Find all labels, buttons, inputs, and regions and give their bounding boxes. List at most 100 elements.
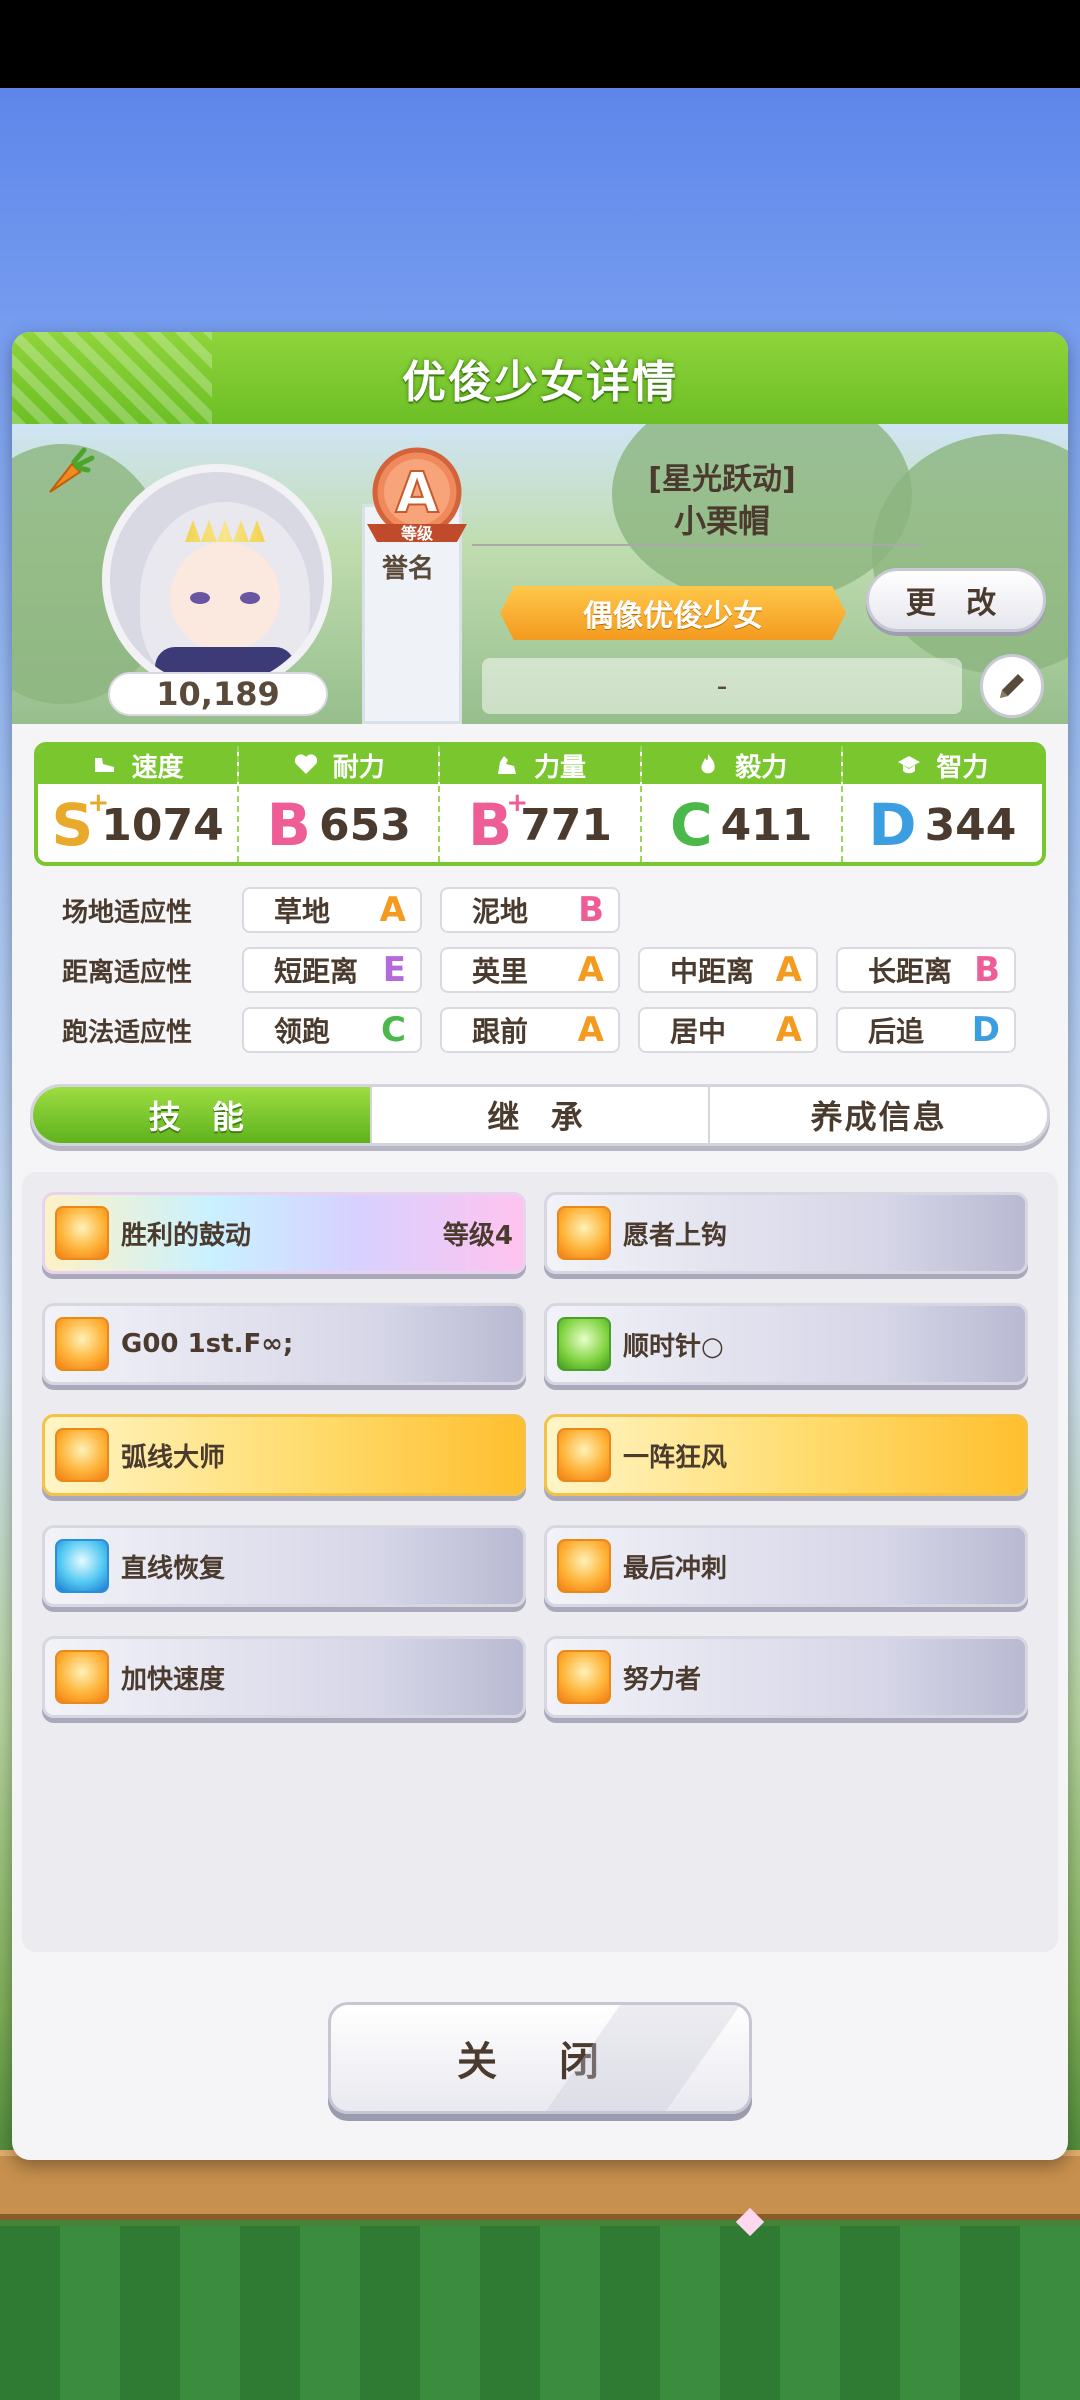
profile-banner: 10,189 A 等级 誉名 [星光跃动] 小栗帽 偶像优俊少女 更 改 - [12, 424, 1068, 724]
carrot-icon [49, 447, 95, 493]
skill-name: 直线恢复 [121, 1553, 226, 1584]
stat-header: 力量 [440, 746, 640, 784]
aptitude-chip: 居中 A [638, 1007, 818, 1053]
stat-label: 力量 [534, 752, 587, 783]
stat-0: 速度 S +1074 [38, 746, 240, 862]
aptitude-name: 泥地 [472, 895, 529, 928]
aptitude-name: 跟前 [472, 1015, 529, 1048]
aptitude-name: 长距离 [868, 955, 953, 988]
running-figure-icon [557, 1206, 611, 1260]
style-aptitude-row: 跑法适应性 领跑 C 跟前 A 居中 A 后追 D [62, 1006, 1052, 1054]
skill-name: 弧线大师 [121, 1442, 226, 1473]
divider [472, 544, 922, 546]
edit-button[interactable] [980, 654, 1044, 718]
aptitude-grade: A [577, 1010, 604, 1050]
stat-value: 1074 [101, 799, 224, 851]
skill-item[interactable]: 胜利的鼓动 等级4 [42, 1192, 526, 1274]
aptitude-chip: 长距离 B [836, 947, 1016, 993]
stat-grade: B [266, 791, 311, 859]
sparkle-icon [55, 1539, 109, 1593]
skill-name: 一阵狂风 [623, 1442, 728, 1473]
tab-training-info[interactable]: 养成信息 [710, 1087, 1047, 1143]
stat-header: 耐力 [239, 746, 439, 784]
stat-value: 653 [318, 799, 411, 851]
stat-header: 毅力 [641, 746, 841, 784]
distance-aptitude-row: 距离适应性 短距离 E 英里 A 中距离 A 长距离 B [62, 946, 1052, 994]
skill-name: 努力者 [623, 1664, 702, 1695]
skill-name: 愿者上钩 [623, 1220, 728, 1251]
character-name: 小栗帽 [673, 502, 770, 540]
background-fence [0, 2150, 1080, 2220]
aptitude-grade: E [382, 950, 406, 990]
detail-tabs: 技 能 继 承 养成信息 [30, 1084, 1050, 1146]
aptitude-chip: 草地 A [242, 887, 422, 933]
skill-item[interactable]: 直线恢复 [42, 1525, 526, 1607]
aptitude-name: 领跑 [274, 1015, 331, 1048]
stat-grade: B + [467, 788, 529, 859]
tab-inheritance[interactable]: 继 承 [372, 1087, 711, 1143]
skill-name: 最后冲刺 [623, 1553, 728, 1584]
aptitude-grade: A [775, 1010, 802, 1050]
aptitude-chip: 泥地 B [440, 887, 620, 933]
skill-item[interactable]: 愿者上钩 [544, 1192, 1028, 1274]
skill-item[interactable]: 弧线大师 [42, 1414, 526, 1496]
running-figure-icon [55, 1317, 109, 1371]
fan-count: 10,189 [108, 672, 328, 716]
dialog-title: 优俊少女详情 [402, 357, 678, 408]
horse-girl-details-dialog: 优俊少女详情 10,189 A 等级 誉名 [星光跃动] 小栗帽 偶像优俊少女 … [12, 332, 1068, 2160]
running-figure-icon [557, 1650, 611, 1704]
skill-level: 等级4 [442, 1220, 513, 1251]
background-grass [0, 2226, 1080, 2400]
status-bar [0, 0, 1080, 88]
stat-label: 毅力 [735, 752, 788, 783]
rank-caption: 誉名 [382, 554, 435, 584]
aptitude-chip: 领跑 C [242, 1007, 422, 1053]
stat-3: 毅力 C 411 [641, 746, 843, 862]
stat-2: 力量 B +771 [440, 746, 642, 862]
stat-value: 771 [520, 799, 613, 851]
running-figure-icon [55, 1428, 109, 1482]
aptitude-name: 后追 [868, 1015, 925, 1048]
skills-list: 胜利的鼓动 等级4 愿者上钩 G00 1st.F∞; 顺时针○ 弧线大师 一阵狂风直线恢复 最… [22, 1172, 1058, 1952]
skill-name: 顺时针○ [623, 1331, 724, 1362]
arm-icon [498, 756, 516, 774]
heart-icon [294, 754, 317, 774]
track-aptitude-row: 场地适应性 草地 A 泥地 B [62, 886, 1052, 934]
aptitude-grade: B [974, 950, 1000, 990]
aptitude-label: 距离适应性 [62, 957, 193, 988]
change-epithet-button[interactable]: 更 改 [866, 568, 1046, 632]
stat-grade-plus: + [87, 788, 110, 818]
aptitude-grade: A [775, 950, 802, 990]
stat-label: 耐力 [332, 752, 385, 783]
stats-panel: 速度 S +1074 耐力 B 653 力量 B +771 毅力 C 411 智力 D 344 [34, 742, 1046, 866]
aptitude-grade: D [971, 1010, 1000, 1050]
tab-skills[interactable]: 技 能 [33, 1087, 372, 1143]
stat-grade-plus: + [506, 788, 529, 818]
rank-badge-icon: A 等级 [367, 447, 467, 543]
pencil-icon [1000, 674, 1024, 698]
stat-header: 智力 [842, 746, 1042, 784]
running-figure-icon [557, 1539, 611, 1593]
shoe-icon [94, 758, 114, 772]
skill-item[interactable]: 顺时针○ [544, 1303, 1028, 1385]
skill-item[interactable]: G00 1st.F∞; [42, 1303, 526, 1385]
aptitude-name: 草地 [274, 895, 331, 928]
stat-grade: C [669, 791, 713, 859]
skill-item[interactable]: 努力者 [544, 1636, 1028, 1718]
stat-grade: S + [51, 788, 110, 859]
aptitude-chip: 后追 D [836, 1007, 1016, 1053]
aptitude-name: 居中 [670, 1015, 727, 1048]
skill-item[interactable]: 加快速度 [42, 1636, 526, 1718]
running-figure-icon [557, 1428, 611, 1482]
stat-4: 智力 D 344 [842, 746, 1042, 862]
character-avatar[interactable] [102, 464, 332, 694]
epithet-ribbon: 偶像优俊少女 [500, 586, 846, 640]
close-button[interactable]: 关 闭 [328, 2002, 752, 2114]
stat-grade: D [868, 791, 917, 859]
stat-label: 速度 [131, 752, 184, 783]
skill-item[interactable]: 一阵狂风 [544, 1414, 1028, 1496]
rank-grade: A [395, 461, 439, 526]
card-icon [557, 1317, 611, 1371]
skill-item[interactable]: 最后冲刺 [544, 1525, 1028, 1607]
running-figure-icon [55, 1650, 109, 1704]
